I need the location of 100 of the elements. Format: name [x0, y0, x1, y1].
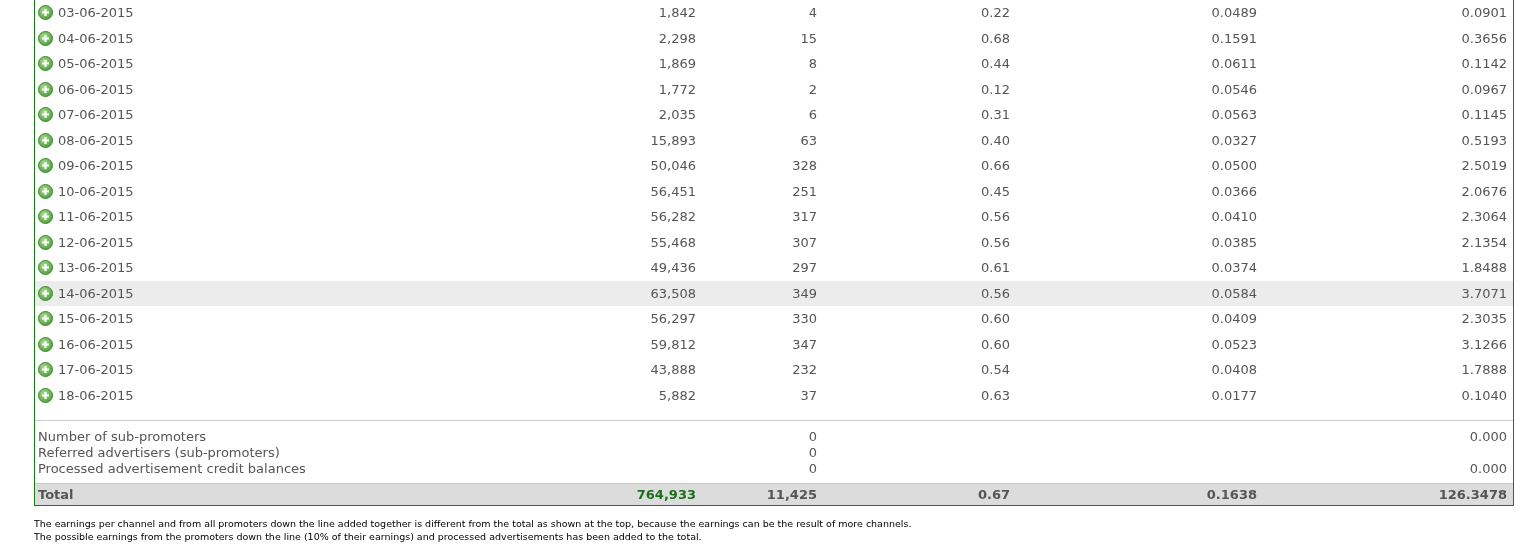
table-cell-text: 0.60 [980, 336, 1010, 352]
table-cell-text: 0.44 [980, 56, 1010, 72]
table-cell-text: 0.0611 [1210, 56, 1257, 72]
plus-icon[interactable] [38, 183, 53, 199]
plus-icon[interactable] [38, 5, 53, 21]
table-cell-text: 0.0967 [1460, 81, 1507, 97]
table-cell-text: 2.1354 [1460, 234, 1507, 250]
table-cell-text: 1.8488 [1460, 260, 1507, 276]
table-cell-text: 349 [791, 285, 817, 301]
table-cell-text: 1,842 [657, 5, 696, 21]
table-cell-text: 0.0410 [1210, 209, 1257, 225]
table-cell-text: 5,882 [657, 387, 696, 403]
table-cell-text: 2.3035 [1460, 311, 1507, 327]
table-cell-text: 55,468 [649, 234, 696, 250]
row-label: Processed advertisement credit balances [38, 461, 307, 477]
plus-icon[interactable] [38, 81, 53, 97]
plus-icon[interactable] [38, 209, 53, 225]
date-cell: 15-06-2015 [58, 311, 134, 327]
plus-icon[interactable] [38, 362, 53, 378]
table-cell-text: 50,046 [649, 158, 696, 174]
table-cell-text: 0.0408 [1210, 362, 1257, 378]
plus-icon[interactable] [38, 56, 53, 72]
table-cell-text: 0.61 [980, 260, 1010, 276]
date-cell: 04-06-2015 [58, 30, 134, 46]
table-cell-text: 0.12 [980, 81, 1010, 97]
table-cell-text: 0.0500 [1210, 158, 1257, 174]
table-cell-text: 56,297 [649, 311, 696, 327]
table-cell-text: 232 [791, 362, 817, 378]
table-cell-text: 0 [807, 445, 817, 461]
table-cell-text: 0.31 [980, 107, 1010, 123]
table-cell-text: 56,451 [649, 183, 696, 199]
table-cell-text: 0.56 [980, 285, 1010, 301]
table-cell-text: 49,436 [649, 260, 696, 276]
table-cell-text: 0.0489 [1210, 5, 1257, 21]
plus-icon[interactable] [38, 107, 53, 123]
table-cell-text: 0.0385 [1210, 234, 1257, 250]
table-cell-text: 59,812 [649, 336, 696, 352]
table-cell-text: 0.60 [980, 311, 1010, 327]
table-cell-text: 0.1145 [1460, 107, 1507, 123]
table-cell-text: 328 [791, 158, 817, 174]
plus-icon[interactable] [38, 234, 53, 250]
plus-icon[interactable] [38, 285, 53, 301]
table-cell-text: 0.0563 [1210, 107, 1257, 123]
table-cell-text: 307 [791, 234, 817, 250]
date-cell: 03-06-2015 [58, 5, 134, 21]
plus-icon[interactable] [38, 132, 53, 148]
table-cell-text: 0.45 [980, 183, 1010, 199]
table-cell-text: 0.0366 [1210, 183, 1257, 199]
row-label: Number of sub-promoters [38, 429, 208, 445]
date-cell: 18-06-2015 [58, 387, 134, 403]
date-cell: 05-06-2015 [58, 56, 134, 72]
table-cell-text: 15 [799, 30, 817, 46]
plus-icon[interactable] [38, 158, 53, 174]
table-cell-text: 0.000 [1468, 461, 1507, 477]
plus-icon[interactable] [38, 336, 53, 352]
table-cell-text: 43,888 [649, 362, 696, 378]
total-cell-text: 11,425 [765, 487, 817, 502]
plus-icon[interactable] [38, 260, 53, 276]
date-cell: 16-06-2015 [58, 336, 134, 352]
table-cell-text: 347 [791, 336, 817, 352]
table-cell-text: 1,869 [657, 56, 696, 72]
table-cell-text: 0.1142 [1460, 56, 1507, 72]
row-label: Referred advertisers (sub-promoters) [38, 445, 281, 461]
total-cell-text: 0.1638 [1205, 487, 1257, 502]
footnote-text: The possible earnings from the promoters down the line (10% of their earnings) and processed advertisements has been added to the total. [34, 530, 703, 543]
date-cell: 17-06-2015 [58, 362, 134, 378]
table-cell-text: 2 [807, 81, 817, 97]
total-cell-text: 764,933 [635, 487, 696, 502]
date-cell: 14-06-2015 [58, 285, 134, 301]
table-cell-text: 317 [791, 209, 817, 225]
table-cell-text: 0.22 [980, 5, 1010, 21]
total-cell-text: 126.3478 [1437, 487, 1507, 502]
plus-icon[interactable] [38, 387, 53, 403]
table-cell-text: 0 [807, 429, 817, 445]
table-cell-text: 0 [807, 461, 817, 477]
table-cell-text: 0.54 [980, 362, 1010, 378]
table-cell-text: 4 [807, 5, 817, 21]
table-cell-text: 0.0546 [1210, 81, 1257, 97]
table-cell-text: 3.1266 [1460, 336, 1507, 352]
table-cell-text: 0.0409 [1210, 311, 1257, 327]
table-cell-text: 0.56 [980, 234, 1010, 250]
table-cell-text: 0.5193 [1460, 132, 1507, 148]
date-cell: 12-06-2015 [58, 234, 134, 250]
plus-icon[interactable] [38, 30, 53, 46]
table-cell-text: 1.7888 [1460, 362, 1507, 378]
plus-icon[interactable] [38, 311, 53, 327]
table-cell-text: 0.40 [980, 132, 1010, 148]
table-cell-text: 2,035 [657, 107, 696, 123]
date-cell: 11-06-2015 [58, 209, 134, 225]
table-cell-text: 8 [807, 56, 817, 72]
date-cell: 07-06-2015 [58, 107, 134, 123]
table-cell-text: 251 [791, 183, 817, 199]
date-cell: 06-06-2015 [58, 81, 134, 97]
footnote-text: The earnings per channel and from all promoters down the line added together is different from the total as shown at the top, because the earnings can be the result of more channels. [34, 518, 913, 531]
table-cell-text: 0.0327 [1210, 132, 1257, 148]
table-cell-text: 1,772 [657, 81, 696, 97]
table-cell-text: 0.0177 [1210, 387, 1257, 403]
table-cell-text: 0.56 [980, 209, 1010, 225]
total-label: Total [38, 487, 75, 502]
table-cell-text: 37 [799, 387, 817, 403]
